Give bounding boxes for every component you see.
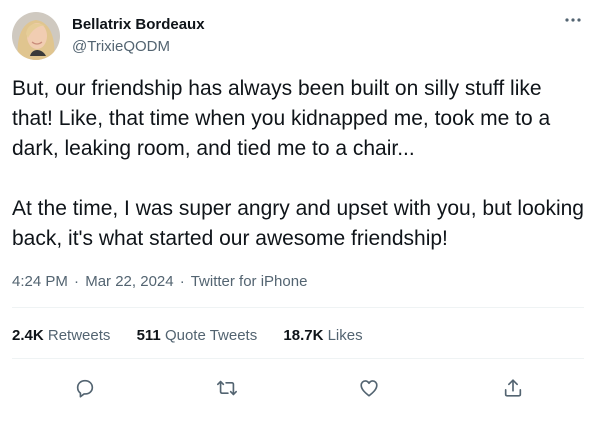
retweet-icon <box>217 380 237 396</box>
retweets-label: Retweets <box>47 327 111 344</box>
tweet-date[interactable]: Mar 22, 2024 <box>85 273 173 290</box>
tweet-text: But, our friendship has always been buil… <box>12 74 586 254</box>
tweet-paragraph: But, our friendship has always been buil… <box>12 77 556 160</box>
retweets-stat[interactable]: 2.4K Retweets <box>12 327 110 344</box>
meta-separator: · <box>74 273 80 290</box>
heart-icon <box>360 380 378 397</box>
likes-stat[interactable]: 18.7K Likes <box>283 327 362 344</box>
avatar[interactable] <box>12 12 60 60</box>
quotes-label: Quote Tweets <box>164 327 258 344</box>
profile-photo <box>12 12 60 60</box>
quotes-count: 511 <box>136 327 161 344</box>
share-icon <box>504 379 522 397</box>
likes-label: Likes <box>327 327 363 344</box>
meta-separator: · <box>179 273 185 290</box>
quote-tweets-stat[interactable]: 511 Quote Tweets <box>137 327 258 344</box>
tweet-time[interactable]: 4:24 PM <box>12 273 68 290</box>
retweets-count: 2.4K <box>12 327 44 344</box>
tweet-paragraph: At the time, I was super angry and upset… <box>12 197 590 250</box>
author-handle[interactable]: @TrixieQODM <box>72 38 170 55</box>
share-button[interactable] <box>497 372 529 404</box>
more-options-button[interactable] <box>560 10 586 30</box>
author-display-name[interactable]: Bellatrix Bordeaux <box>72 16 205 33</box>
likes-count: 18.7K <box>283 327 324 344</box>
reply-button[interactable] <box>69 372 101 404</box>
action-bar <box>0 372 596 404</box>
divider <box>12 358 584 359</box>
reply-icon <box>76 379 94 398</box>
tweet-meta: 4:24 PM · Mar 22, 2024 · Twitter for iPh… <box>12 273 307 290</box>
divider <box>12 307 584 308</box>
more-icon <box>565 18 581 22</box>
tweet-source[interactable]: Twitter for iPhone <box>191 273 308 290</box>
like-button[interactable] <box>353 372 385 404</box>
engagement-stats: 2.4K Retweets 511 Quote Tweets 18.7K Lik… <box>12 327 385 344</box>
retweet-button[interactable] <box>211 372 243 404</box>
